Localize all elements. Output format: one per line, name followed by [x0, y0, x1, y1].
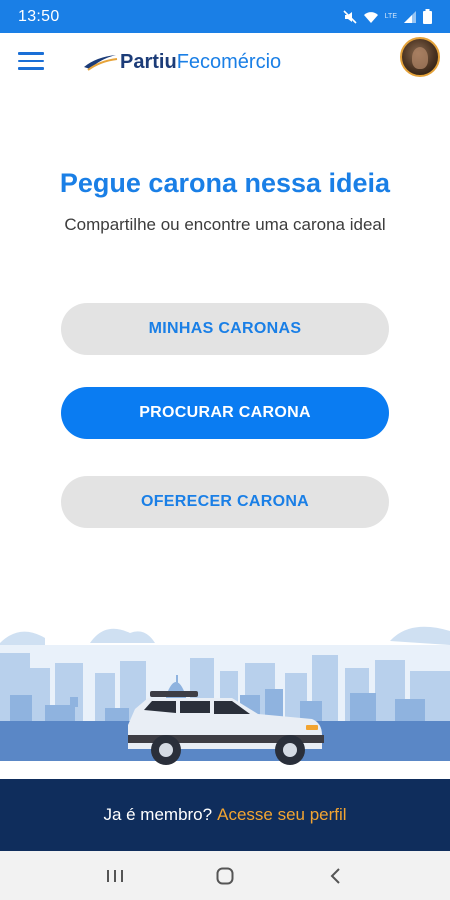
procurar-carona-button[interactable]: PROCURAR CARONA — [61, 387, 389, 439]
oferecer-carona-button[interactable]: OFERECER CARONA — [61, 476, 389, 528]
status-icons: LTE — [343, 9, 432, 24]
android-nav-bar — [0, 851, 450, 900]
app-logo: Partiu Fecomércio — [82, 50, 281, 74]
page-title: Pegue carona nessa ideia — [59, 168, 391, 198]
hamburger-menu-icon[interactable] — [18, 52, 44, 72]
status-bar: 13:50 LTE — [0, 0, 450, 33]
minhas-caronas-button[interactable]: MINHAS CARONAS — [61, 303, 389, 355]
access-profile-link[interactable]: Acesse seu perfil — [217, 805, 346, 825]
page-subtitle: Compartilhe ou encontre uma carona ideal — [64, 215, 386, 234]
city-car-illustration-svg — [0, 613, 450, 779]
member-prompt-text: Ja é membro? — [103, 805, 213, 824]
back-icon[interactable] — [315, 861, 355, 891]
battery-icon — [423, 9, 432, 24]
status-time: 13:50 — [18, 7, 60, 25]
member-footer: Ja é membro? Acesse seu perfil — [0, 779, 450, 851]
signal-icon — [404, 10, 416, 23]
lte-label: LTE — [384, 13, 397, 20]
wifi-icon — [363, 11, 378, 23]
home-icon[interactable] — [205, 861, 245, 891]
app-bar: Partiu Fecomércio — [0, 33, 450, 91]
logo-text-light: Fecomércio — [176, 50, 282, 73]
profile-avatar[interactable] — [400, 37, 440, 77]
recent-apps-icon[interactable] — [95, 861, 135, 891]
logo-swoosh-icon — [84, 55, 118, 71]
logo-text-bold: Partiu — [120, 50, 177, 73]
city-car-illustration — [0, 613, 450, 779]
mute-icon — [343, 9, 357, 24]
